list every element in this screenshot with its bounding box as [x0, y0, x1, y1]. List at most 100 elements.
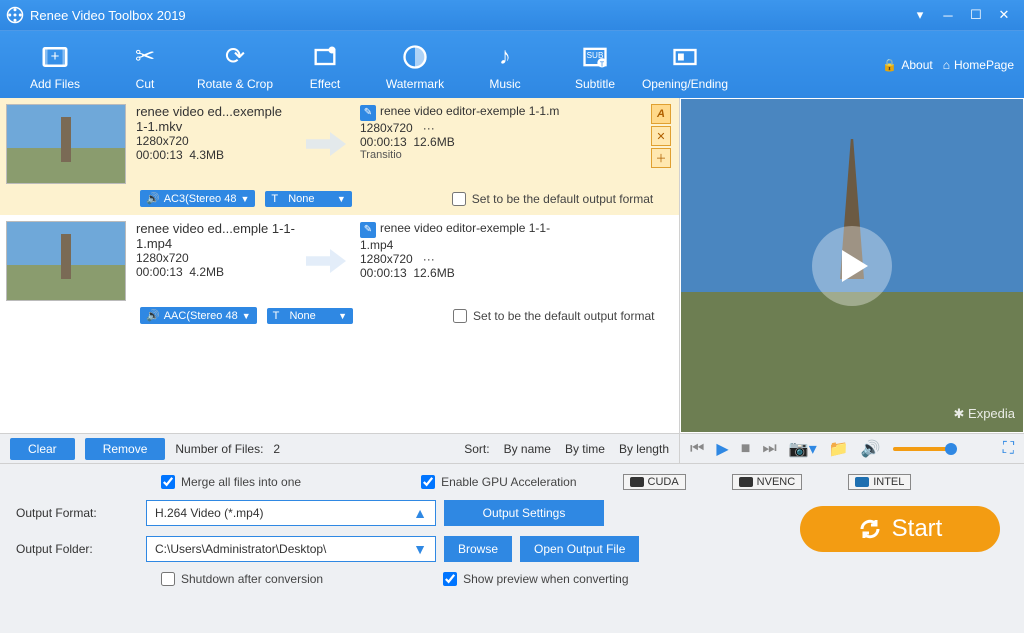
add-files-label: Add Files: [10, 77, 100, 91]
effect-label: Effect: [280, 77, 370, 91]
homepage-link[interactable]: ⌂ HomePage: [943, 58, 1014, 72]
open-output-folder-button[interactable]: Open Output File: [520, 536, 639, 562]
file-item[interactable]: renee video ed...exemple 1-1.mkv 1280x72…: [0, 98, 679, 186]
merge-checkbox[interactable]: Merge all files into one: [161, 474, 301, 490]
minimize-button[interactable]: ─: [934, 3, 962, 27]
output-format-combo[interactable]: H.264 Video (*.mp4) ▲: [146, 500, 436, 526]
cut-label: Cut: [100, 77, 190, 91]
rotate-crop-button[interactable]: ⟳ Rotate & Crop: [190, 39, 280, 91]
remove-button[interactable]: Remove: [85, 438, 166, 460]
chevron-down-icon: ▼: [338, 311, 347, 321]
gpu-checkbox-input[interactable]: [421, 475, 435, 489]
shutdown-label: Shutdown after conversion: [181, 572, 323, 586]
gpu-checkbox[interactable]: Enable GPU Acceleration: [421, 474, 576, 490]
add-files-icon: +: [10, 39, 100, 75]
sort-by-name[interactable]: By name: [504, 442, 551, 456]
input-resolution: 1280x720: [136, 134, 296, 148]
merge-checkbox-input[interactable]: [161, 475, 175, 489]
subtitle-track-pill[interactable]: T None ▼: [265, 191, 351, 207]
open-folder-icon[interactable]: 📁: [829, 439, 849, 459]
close-button[interactable]: ✕: [990, 3, 1018, 27]
volume-icon[interactable]: 🔊: [861, 439, 881, 459]
svg-text:+: +: [51, 47, 60, 64]
shutdown-checkbox[interactable]: Shutdown after conversion: [161, 572, 323, 586]
input-duration-size: 00:00:13 4.2MB: [136, 265, 296, 279]
lock-icon: 🔒: [882, 58, 897, 72]
fullscreen-button[interactable]: ⛶: [1003, 440, 1014, 458]
stop-button[interactable]: ■: [741, 440, 751, 458]
about-link[interactable]: 🔒 About: [882, 58, 932, 72]
effect-icon: [280, 39, 370, 75]
cut-button[interactable]: ✂ Cut: [100, 39, 190, 91]
add-files-button[interactable]: + Add Files: [10, 39, 100, 91]
preview-canvas[interactable]: ✱ Expedia: [681, 99, 1023, 432]
remove-item-icon[interactable]: ✕: [651, 126, 671, 146]
default-format-checkbox[interactable]: Set to be the default output format: [452, 192, 653, 206]
subtitle-button[interactable]: SUBT Subtitle: [550, 39, 640, 91]
output-duration-size: 00:00:13 12.6MB: [360, 266, 570, 280]
subtitle-track-pill[interactable]: T None ▼: [267, 308, 353, 324]
music-icon: ♪: [460, 39, 550, 75]
text-effect-icon[interactable]: A: [651, 104, 671, 124]
player-controls: ⏮ ▶ ■ ⏭ 📷▾ 📁 🔊 ⛶: [680, 433, 1024, 463]
output-settings-button[interactable]: Output Settings: [444, 500, 604, 526]
refresh-icon: [858, 517, 882, 541]
effect-button[interactable]: Effect: [280, 39, 370, 91]
default-format-checkbox-input[interactable]: [452, 192, 466, 206]
clear-button[interactable]: Clear: [10, 438, 75, 460]
preview-checkbox-input[interactable]: [443, 572, 457, 586]
preview-checkbox[interactable]: Show preview when converting: [443, 572, 628, 586]
arrow-icon: [296, 221, 356, 301]
watermark-button[interactable]: Watermark: [370, 39, 460, 91]
title-bar: Renee Video Toolbox 2019 ▾ ─ ☐ ✕: [0, 0, 1024, 30]
maximize-button[interactable]: ☐: [962, 3, 990, 27]
preview-watermark: ✱ Expedia: [954, 406, 1015, 422]
play-button[interactable]: ▶: [716, 439, 728, 459]
speaker-icon: 🔊: [146, 192, 160, 205]
input-filename: renee video ed...exemple 1-1.mkv: [136, 104, 296, 134]
opening-ending-label: Opening/Ending: [640, 77, 730, 91]
chevron-up-icon: ▲: [413, 505, 427, 521]
audio-track-pill[interactable]: 🔊AC3(Stereo 48▼: [140, 190, 255, 207]
volume-slider[interactable]: [893, 447, 953, 451]
add-item-icon[interactable]: ＋: [651, 148, 671, 168]
sort-by-time[interactable]: By time: [565, 442, 605, 456]
start-button[interactable]: Start: [800, 506, 1000, 552]
sort-by-length[interactable]: By length: [619, 442, 669, 456]
output-folder-value: C:\Users\Administrator\Desktop\: [155, 542, 326, 556]
output-duration-size: 00:00:13 12.6MB: [360, 135, 570, 149]
input-filename: renee video ed...emple 1-1-1.mp4: [136, 221, 296, 251]
music-button[interactable]: ♪ Music: [460, 39, 550, 91]
app-logo-icon: [6, 6, 24, 24]
homepage-label: HomePage: [954, 58, 1014, 72]
dropdown-icon[interactable]: ▾: [906, 3, 934, 27]
output-filename: ✎renee video editor-exemple 1-1.m: [360, 104, 570, 121]
opening-ending-button[interactable]: Opening/Ending: [640, 39, 730, 91]
next-button[interactable]: ⏭: [762, 440, 776, 458]
gpu-badge-nvenc: NVENC: [732, 474, 803, 490]
play-overlay-icon[interactable]: [812, 226, 892, 306]
file-tag-row: 🔊AC3(Stereo 48▼ T None ▼ Set to be the d…: [0, 186, 679, 215]
file-count-label: Number of Files:: [175, 442, 263, 456]
speaker-icon: 🔊: [146, 309, 160, 322]
app-title: Renee Video Toolbox 2019: [30, 8, 186, 23]
file-count-value: 2: [273, 442, 280, 456]
thumbnail: [6, 104, 126, 184]
audio-track-pill[interactable]: 🔊AAC(Stereo 48▼: [140, 307, 257, 324]
crop-icon: ⟳: [190, 39, 280, 75]
default-format-checkbox[interactable]: Set to be the default output format: [453, 309, 654, 323]
subtitle-label: Subtitle: [550, 77, 640, 91]
snapshot-button[interactable]: 📷▾: [789, 439, 817, 459]
output-folder-combo[interactable]: C:\Users\Administrator\Desktop\ ▼: [146, 536, 436, 562]
default-format-checkbox-input[interactable]: [453, 309, 467, 323]
prev-button[interactable]: ⏮: [690, 440, 704, 458]
gpu-badge-cuda: CUDA: [623, 474, 686, 490]
shutdown-checkbox-input[interactable]: [161, 572, 175, 586]
main-area: renee video ed...exemple 1-1.mkv 1280x72…: [0, 98, 1024, 433]
file-item[interactable]: renee video ed...emple 1-1-1.mp4 1280x72…: [0, 215, 679, 303]
svg-text:T: T: [600, 61, 605, 68]
subtitle-icon: SUBT: [550, 39, 640, 75]
edit-icon[interactable]: ✎: [360, 222, 376, 238]
browse-button[interactable]: Browse: [444, 536, 512, 562]
edit-icon[interactable]: ✎: [360, 105, 376, 121]
